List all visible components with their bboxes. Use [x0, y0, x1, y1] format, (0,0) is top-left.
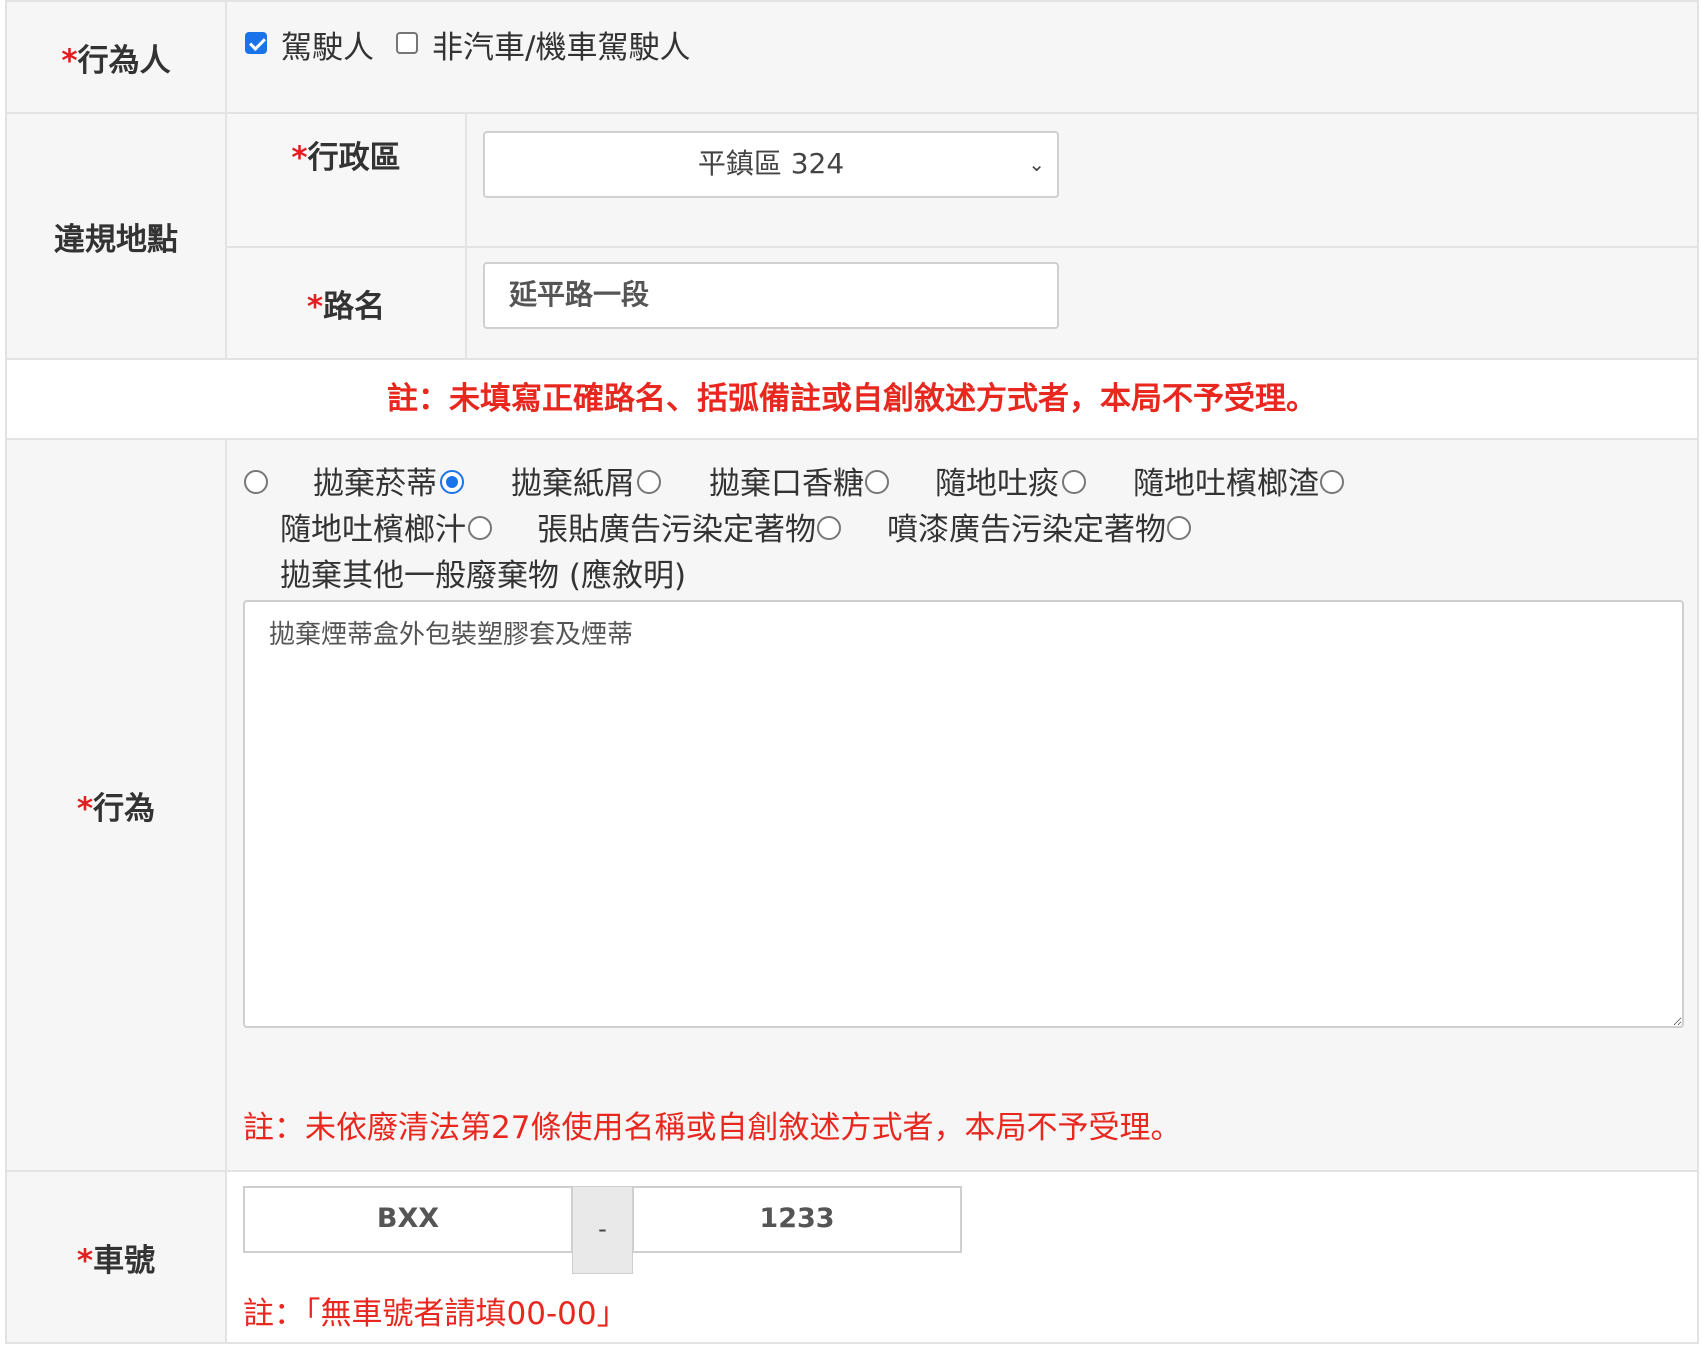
plate-value-cell: BXX - 1233 註：「無車號者請填00-00」 — [225, 1170, 1699, 1344]
required-mark: * — [76, 790, 94, 827]
behavior-options-cell: 拋棄菸蒂 拋棄紙屑 拋棄口香糖 隨地吐痰 隨地吐檳榔渣 隨地吐檳榔汁 張貼廣告污… — [225, 438, 1699, 1172]
radio-paper[interactable] — [440, 469, 464, 494]
radio-gum-label[interactable]: 拋棄口香糖 — [709, 458, 864, 503]
plate-label-cell: *車號 — [5, 1170, 227, 1344]
radio-betel-residue-label[interactable]: 隨地吐檳榔渣 — [1133, 458, 1319, 503]
non-driver-checkbox-label[interactable]: 非汽車/機車駕駛人 — [432, 22, 690, 67]
driver-checkbox[interactable] — [245, 32, 267, 54]
actor-options-cell: 駕駛人 非汽車/機車駕駛人 — [225, 0, 1699, 114]
report-form: *行為人 駕駛人 非汽車/機車駕駛人 違規地點 *行政區 平鎮區 324 ⌄ *… — [5, 0, 1699, 1344]
plate-part1-input[interactable]: BXX — [243, 1186, 573, 1253]
road-label-cell: *路名 — [225, 246, 467, 360]
radio-other-waste[interactable] — [1167, 515, 1191, 540]
actor-label-cell: *行為人 — [5, 0, 227, 114]
plate-label: 車號 — [93, 1242, 156, 1279]
required-mark: * — [306, 288, 324, 325]
district-value-cell: 平鎮區 324 ⌄ — [465, 112, 1699, 248]
location-label: 違規地點 — [54, 221, 178, 258]
location-note: 註：未填寫正確路名、括弧備註或自創敘述方式者，本局不予受理。 — [5, 358, 1699, 440]
location-label-cell: 違規地點 — [5, 112, 227, 360]
chevron-down-icon: ⌄ — [1028, 152, 1045, 176]
non-driver-checkbox[interactable] — [396, 32, 418, 54]
radio-betel-juice[interactable] — [1320, 469, 1344, 494]
required-mark: * — [291, 140, 308, 176]
district-select[interactable]: 平鎮區 324 ⌄ — [483, 131, 1059, 198]
district-label: 行政區 — [307, 140, 401, 176]
district-selected-value: 平鎮區 324 — [697, 147, 845, 180]
behavior-label-cell: *行為 — [5, 438, 227, 1172]
road-label: 路名 — [323, 288, 386, 325]
radio-spray-paint[interactable] — [817, 515, 841, 540]
radio-spit-label[interactable]: 隨地吐痰 — [935, 458, 1059, 503]
behavior-description-textarea[interactable] — [243, 600, 1684, 1028]
required-mark: * — [61, 42, 78, 79]
radio-paper-label[interactable]: 拋棄紙屑 — [511, 458, 635, 503]
behavior-label: 行為 — [93, 790, 156, 827]
radio-other-waste-label[interactable]: 拋棄其他一般廢棄物 (應敘明) — [280, 550, 686, 595]
radio-betel-juice-label[interactable]: 隨地吐檳榔汁 — [280, 504, 466, 549]
radio-cigarette[interactable] — [244, 469, 268, 494]
radio-cigarette-label[interactable]: 拋棄菸蒂 — [313, 458, 437, 503]
district-label-cell: *行政區 — [225, 112, 467, 248]
actor-label: 行為人 — [77, 42, 171, 79]
road-value-cell: 延平路一段 — [465, 246, 1699, 360]
radio-poster[interactable] — [468, 515, 492, 540]
road-name-input[interactable]: 延平路一段 — [483, 262, 1059, 329]
radio-poster-label[interactable]: 張貼廣告污染定著物 — [537, 504, 816, 549]
radio-spray-paint-label[interactable]: 噴漆廣告污染定著物 — [887, 504, 1166, 549]
plate-separator: - — [572, 1186, 633, 1274]
driver-checkbox-label[interactable]: 駕駛人 — [281, 22, 374, 67]
behavior-radio-group: 拋棄菸蒂 拋棄紙屑 拋棄口香糖 隨地吐痰 隨地吐檳榔渣 隨地吐檳榔汁 張貼廣告污… — [227, 440, 1697, 600]
radio-betel-residue[interactable] — [1062, 469, 1086, 494]
behavior-note: 註：未依廢清法第27條使用名稱或自創敘述方式者，本局不予受理。 — [243, 1110, 1182, 1146]
plate-part2-input[interactable]: 1233 — [632, 1186, 962, 1253]
required-mark: * — [76, 1242, 94, 1279]
radio-spit[interactable] — [865, 469, 889, 494]
plate-note: 註：「無車號者請填00-00」 — [243, 1296, 628, 1332]
radio-gum[interactable] — [637, 469, 661, 494]
